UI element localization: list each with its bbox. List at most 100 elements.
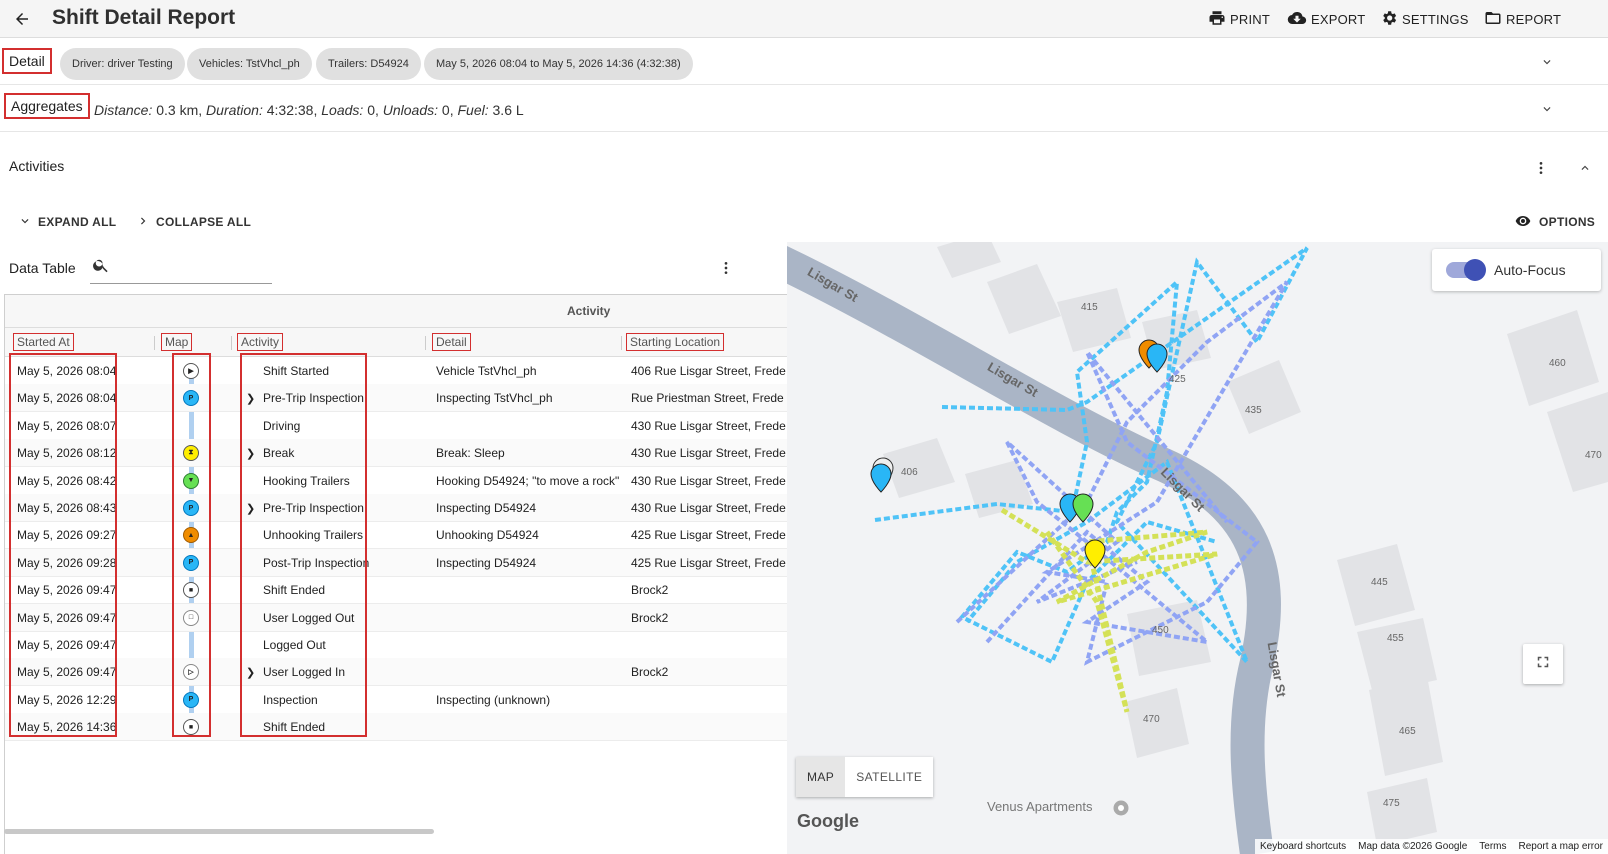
building-number: 445 [1371, 577, 1388, 588]
inspection-icon[interactable]: P [183, 691, 199, 708]
auto-focus-toggle[interactable] [1446, 259, 1486, 281]
activity-cell: User Logged Out [263, 610, 355, 625]
more-vert-icon[interactable] [1529, 156, 1553, 180]
activity-cell: User Logged In [263, 665, 346, 680]
table-row[interactable]: May 5, 2026 09:28 Post-Trip Inspection Ins… [5, 548, 788, 577]
row-expand-chevron-icon[interactable]: ❯ [246, 392, 255, 405]
google-logo: Google [797, 811, 859, 831]
table-row[interactable]: May 5, 2026 09:27 Unhooking Trailers Unhoo… [5, 521, 788, 550]
column-separator [154, 336, 155, 350]
aggregates-label: Aggregates [4, 93, 90, 119]
column-separator [231, 336, 232, 350]
table-row[interactable]: May 5, 2026 09:47 User Logged In Brock2 ❯ ▷ [5, 658, 788, 687]
print-button[interactable]: PRINT [1208, 8, 1270, 30]
export-button[interactable]: EXPORT [1287, 8, 1365, 30]
inspection-icon[interactable]: P [183, 390, 199, 407]
table-row[interactable]: May 5, 2026 08:42 Hooking Trailers Hooking… [5, 467, 788, 495]
vehicles-chip[interactable]: Vehicles: TstVhcl_ph [187, 48, 312, 80]
horizontal-scrollbar[interactable] [4, 829, 434, 834]
inspection-icon[interactable]: P [183, 554, 199, 571]
table-row[interactable]: May 5, 2026 14:36 Shift Ended ■ [5, 713, 788, 742]
collapse-all-button[interactable]: COLLAPSE ALL [136, 211, 251, 233]
activity-cell: Shift Started [263, 364, 330, 378]
folder-icon [1484, 9, 1502, 30]
column-detail[interactable]: Detail [432, 333, 471, 351]
chevron-up-icon[interactable] [1573, 156, 1597, 180]
table-row[interactable]: May 5, 2026 08:04 Shift Started Vehicle Ts… [5, 357, 788, 385]
play-icon[interactable]: ▶ [183, 363, 199, 379]
logout-icon[interactable]: □ [183, 609, 199, 626]
table-row[interactable]: May 5, 2026 09:47 Shift Ended Brock2 ■ [5, 576, 788, 605]
started-at-cell: May 5, 2026 08:43 [17, 501, 117, 515]
options-button[interactable]: OPTIONS [1513, 211, 1595, 233]
unhook-icon[interactable]: ▲ [183, 527, 199, 544]
date-range-chip[interactable]: May 5, 2026 08:04 to May 5, 2026 14:36 (… [424, 48, 693, 80]
row-expand-chevron-icon[interactable]: ❯ [246, 447, 255, 460]
detail-cell: Inspecting D54924 [436, 555, 537, 570]
started-at-cell: May 5, 2026 08:04 [17, 391, 117, 406]
search-icon [92, 256, 110, 279]
location-cell: 430 Rue Lisgar Street, Frede [631, 501, 786, 515]
map-view-button[interactable]: MAP [796, 757, 846, 797]
driver-chip[interactable]: Driver: driver Testing [60, 48, 185, 80]
table-row[interactable]: May 5, 2026 08:04 Pre-Trip Inspection Insp… [5, 384, 788, 413]
table-row[interactable]: May 5, 2026 09:47 User Logged Out Brock2 □ [5, 603, 788, 632]
report-button[interactable]: REPORT [1484, 8, 1561, 30]
activity-cell: Unhooking Trailers [263, 528, 364, 543]
table-row[interactable]: May 5, 2026 08:12 Break Break: Sleep 430 Ru… [5, 439, 788, 468]
map-footer: Keyboard shortcuts Map data ©2026 Google… [1254, 839, 1608, 854]
detail-cell: Hooking D54924; "to move a rock" [436, 473, 620, 488]
column-started-at[interactable]: Started At [13, 333, 74, 351]
chevron-right-icon [136, 214, 150, 231]
expand-all-label: EXPAND ALL [38, 215, 117, 229]
activity-cell: Break [263, 446, 295, 461]
stop-icon[interactable]: ■ [183, 582, 199, 599]
location-cell: 406 Rue Lisgar Street, Frede [631, 364, 786, 378]
chevron-down-icon[interactable] [1535, 50, 1559, 74]
report-map-error-link[interactable]: Report a map error [1519, 841, 1603, 852]
group-header: Activity [5, 295, 788, 328]
building-number: 460 [1549, 358, 1566, 369]
row-expand-chevron-icon[interactable]: ❯ [246, 666, 255, 679]
location-cell: Brock2 [631, 583, 669, 598]
fullscreen-button[interactable] [1523, 644, 1563, 684]
hook-icon[interactable]: ▼ [183, 472, 199, 489]
login-icon[interactable]: ▷ [183, 664, 199, 681]
column-map[interactable]: Map [161, 333, 193, 351]
started-at-cell: May 5, 2026 08:07 [17, 418, 117, 433]
location-cell: 425 Rue Lisgar Street, Frede [631, 528, 786, 543]
chevron-down-icon [18, 214, 32, 231]
detail-cell: Vehicle TstVhcl_ph [436, 364, 537, 378]
detail-label: Detail [2, 48, 52, 74]
column-activity[interactable]: Activity [237, 333, 284, 351]
detail-cell: Inspecting TstVhcl_ph [436, 391, 553, 406]
keyboard-shortcuts-link[interactable]: Keyboard shortcuts [1260, 841, 1346, 852]
chevron-down-icon[interactable] [1535, 97, 1559, 121]
terms-link[interactable]: Terms [1479, 841, 1506, 852]
activity-cell: Driving [263, 418, 301, 433]
table-row[interactable]: May 5, 2026 12:29 Inspection Inspecting (u… [5, 686, 788, 714]
expand-all-button[interactable]: EXPAND ALL [18, 211, 116, 233]
building-number: 475 [1383, 798, 1400, 809]
back-arrow-icon[interactable] [8, 5, 36, 33]
table-row[interactable]: May 5, 2026 08:43 Pre-Trip Inspection Insp… [5, 494, 788, 522]
location-cell: 430 Rue Lisgar Street, Frede [631, 418, 786, 433]
page-title: Shift Detail Report [52, 6, 236, 29]
route-map[interactable]: Lisgar St Lisgar St Lisgar St Lisgar St … [787, 242, 1608, 854]
row-expand-chevron-icon[interactable]: ❯ [246, 502, 255, 515]
settings-button[interactable]: SETTINGS [1380, 8, 1469, 30]
detail-cell: Inspecting (unknown) [436, 692, 551, 707]
stop-icon[interactable]: ■ [183, 719, 199, 736]
trailers-chip[interactable]: Trailers: D54924 [316, 48, 421, 80]
column-starting-location[interactable]: Starting Location [626, 333, 725, 351]
inspection-icon[interactable]: P [183, 500, 199, 516]
activity-cell: Logged Out [263, 638, 326, 652]
building-number: 455 [1387, 633, 1404, 644]
table-menu-icon[interactable] [714, 256, 738, 280]
table-search-input[interactable] [90, 250, 272, 284]
cloud-download-icon [1287, 9, 1307, 30]
break-icon[interactable]: ⧗ [183, 445, 199, 462]
table-row[interactable]: May 5, 2026 08:07 Driving 430 Rue Lisgar S… [5, 412, 788, 440]
satellite-view-button[interactable]: SATELLITE [845, 757, 934, 797]
table-row[interactable]: May 5, 2026 09:47 Logged Out [5, 631, 788, 659]
